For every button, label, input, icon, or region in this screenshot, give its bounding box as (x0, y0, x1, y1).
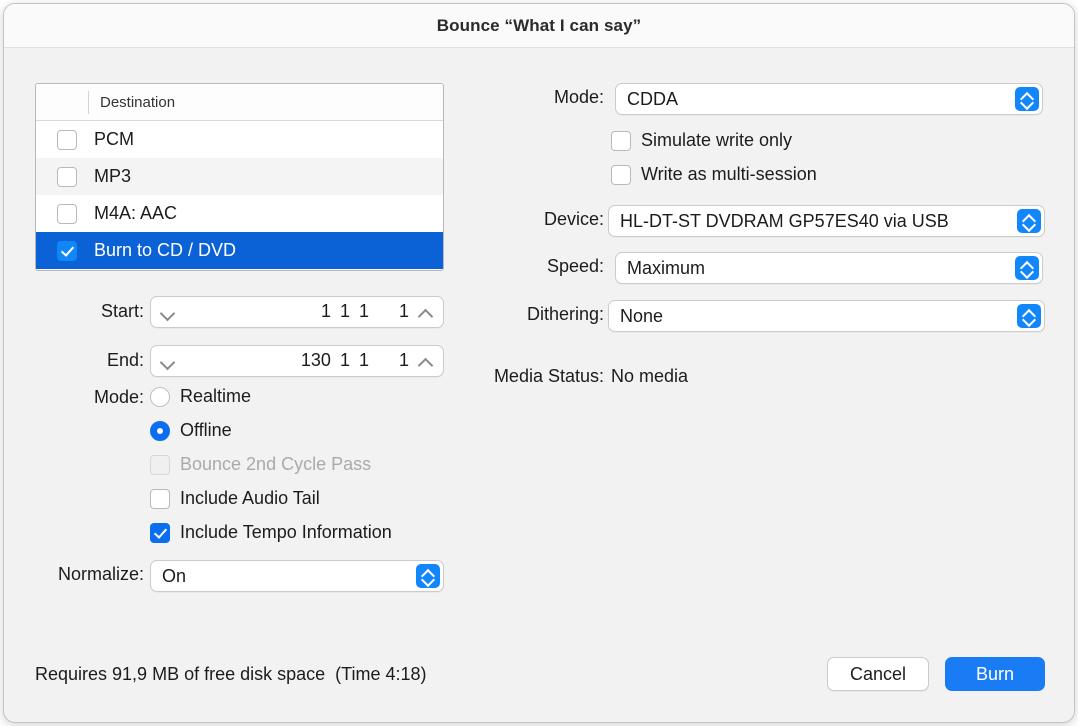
dithering-value: None (620, 306, 664, 326)
end-position-values: 130 1 1 1 (292, 350, 409, 371)
destination-label: MP3 (94, 166, 132, 186)
checkbox-icon[interactable] (150, 488, 170, 509)
destination-label: PCM (94, 129, 134, 149)
end-value-bar: 130 (300, 350, 331, 370)
burn-mode-popup-button[interactable]: CDDA (615, 83, 1043, 115)
checkbox-include-tempo-information[interactable]: Include Tempo Information (150, 522, 392, 543)
popup-updown-arrows-icon[interactable] (1015, 256, 1039, 280)
checkbox-icon[interactable] (611, 130, 631, 151)
table-row[interactable]: PCM (36, 121, 443, 158)
normalize-value: On (162, 566, 187, 586)
dialog-title: Bounce “What I can say” (436, 15, 642, 35)
chevron-down-icon[interactable] (161, 357, 175, 366)
popup-updown-arrows-icon[interactable] (1015, 87, 1039, 111)
destination-checkbox-m4a-aac[interactable] (57, 203, 77, 224)
end-value-beat: 1 (339, 350, 350, 370)
checkbox-simulate-write-only-label: Simulate write only (641, 130, 793, 150)
destination-table-header: Destination (36, 84, 443, 121)
destination-checkbox-pcm[interactable] (57, 129, 77, 150)
speed-label: Speed: (546, 256, 604, 276)
start-position-field[interactable]: 1 1 1 1 (150, 296, 444, 328)
burn-mode-label: Mode: (553, 87, 604, 107)
media-status-value: No media (611, 366, 689, 386)
media-status-label: Media Status: (493, 366, 604, 386)
radio-realtime-label: Realtime (180, 386, 252, 406)
start-value-tick: 1 (398, 301, 409, 321)
destination-table: Destination PCM MP3 M4A: AAC Burn to CD (35, 83, 444, 271)
end-value-division: 1 (358, 350, 369, 370)
radio-offline[interactable]: Offline (150, 420, 232, 441)
end-value-tick: 1 (398, 350, 409, 370)
dithering-popup-button[interactable]: None (608, 300, 1045, 332)
burn-button[interactable]: Burn (945, 657, 1045, 691)
destination-label: Burn to CD / DVD (94, 240, 237, 260)
chevron-down-icon[interactable] (161, 308, 175, 317)
checkbox-include-audio-tail[interactable]: Include Audio Tail (150, 488, 320, 509)
column-header-destination: Destination (100, 94, 176, 111)
bounce-mode-label: Mode: (93, 387, 144, 407)
destination-checkbox-burn-to-cd-dvd[interactable] (57, 240, 77, 261)
dialog-body: Destination PCM MP3 M4A: AAC Burn to CD (4, 48, 1074, 722)
checkbox-icon[interactable] (611, 164, 631, 185)
chevron-up-icon[interactable] (419, 357, 433, 366)
destination-label: M4A: AAC (94, 203, 178, 223)
screen: Bounce “What I can say” Destination PCM … (0, 0, 1078, 726)
dithering-label: Dithering: (526, 304, 604, 324)
checkbox-include-tempo-information-label: Include Tempo Information (180, 522, 392, 542)
table-row[interactable]: Burn to CD / DVD (36, 232, 443, 269)
checkbox-bounce-2nd-cycle-pass-label: Bounce 2nd Cycle Pass (180, 454, 372, 474)
destination-checkbox-mp3[interactable] (57, 166, 77, 187)
burn-mode-value: CDDA (627, 89, 679, 109)
radio-offline-label: Offline (180, 420, 232, 440)
start-label: Start: (100, 301, 144, 321)
column-divider (88, 91, 89, 114)
chevron-up-icon[interactable] (419, 308, 433, 317)
start-value-division: 1 (358, 301, 369, 321)
radio-realtime[interactable]: Realtime (150, 386, 251, 407)
end-position-field[interactable]: 130 1 1 1 (150, 345, 444, 377)
radio-button-icon[interactable] (150, 386, 170, 407)
speed-value: Maximum (627, 258, 706, 278)
start-value-beat: 1 (339, 301, 350, 321)
table-row[interactable]: MP3 (36, 158, 443, 195)
radio-button-selected-icon[interactable] (150, 420, 170, 441)
popup-updown-arrows-icon[interactable] (1017, 209, 1041, 233)
checkbox-icon (150, 454, 170, 475)
start-value-bar: 1 (320, 301, 331, 321)
cancel-button[interactable]: Cancel (827, 657, 929, 691)
device-value: HL-DT-ST DVDRAM GP57ES40 via USB (620, 211, 949, 231)
table-row[interactable]: M4A: AAC (36, 195, 443, 232)
checkbox-simulate-write-only[interactable]: Simulate write only (611, 130, 792, 151)
start-position-values: 1 1 1 1 (312, 301, 409, 322)
end-label: End: (106, 350, 144, 370)
popup-updown-arrows-icon[interactable] (416, 564, 440, 588)
disk-space-status: Requires 91,9 MB of free disk space (Tim… (35, 664, 427, 684)
checkbox-write-as-multi-session-label: Write as multi-session (641, 164, 817, 184)
normalize-popup-button[interactable]: On (150, 560, 444, 592)
bounce-dialog: Bounce “What I can say” Destination PCM … (3, 3, 1075, 723)
checkbox-write-as-multi-session[interactable]: Write as multi-session (611, 164, 817, 185)
device-popup-button[interactable]: HL-DT-ST DVDRAM GP57ES40 via USB (608, 205, 1045, 237)
speed-popup-button[interactable]: Maximum (615, 252, 1043, 284)
checkbox-bounce-2nd-cycle-pass: Bounce 2nd Cycle Pass (150, 454, 371, 475)
popup-updown-arrows-icon[interactable] (1017, 304, 1041, 328)
dialog-titlebar: Bounce “What I can say” (4, 4, 1074, 48)
device-label: Device: (543, 209, 604, 229)
normalize-label: Normalize: (57, 564, 144, 584)
checkbox-checked-icon[interactable] (150, 522, 170, 543)
checkbox-include-audio-tail-label: Include Audio Tail (180, 488, 320, 508)
